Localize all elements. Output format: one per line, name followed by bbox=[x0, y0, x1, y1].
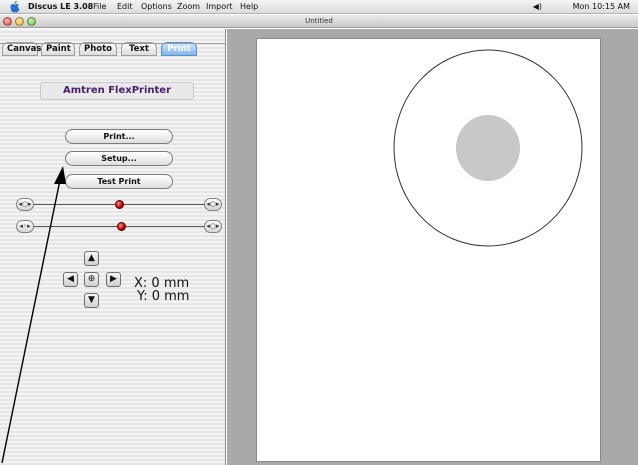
arrow-left-icon[interactable]: ◀ bbox=[63, 272, 78, 287]
tab-divider bbox=[0, 43, 226, 44]
tab-canvas[interactable]: Canvas bbox=[2, 42, 41, 56]
tab-print[interactable]: Print bbox=[161, 42, 197, 56]
slider-left-cap-icon[interactable]: ◂◦▸ bbox=[16, 220, 34, 233]
disc-layout-preview[interactable] bbox=[392, 48, 584, 248]
menu-zoom[interactable]: Zoom bbox=[177, 0, 200, 14]
menu-bar: Discus LE 3.08 File Edit Options Zoom Im… bbox=[0, 0, 638, 14]
window-title-bar: Untitled bbox=[0, 15, 638, 28]
apple-menu-icon[interactable] bbox=[10, 1, 20, 13]
menu-options[interactable]: Options bbox=[141, 0, 172, 14]
setup-button[interactable]: Setup... bbox=[65, 151, 173, 166]
center-crosshair-icon[interactable]: ⊕ bbox=[84, 272, 99, 287]
tab-text[interactable]: Text bbox=[121, 42, 157, 56]
menu-help[interactable]: Help bbox=[240, 0, 258, 14]
slider-right-cap-icon[interactable]: ◂○▸ bbox=[204, 198, 222, 211]
test-print-button[interactable]: Test Print bbox=[65, 174, 173, 189]
menu-import[interactable]: Import bbox=[206, 0, 233, 14]
tab-paint[interactable]: Paint bbox=[41, 42, 75, 56]
vertical-offset-slider[interactable]: ◂◦▸ ◂○▸ bbox=[16, 220, 222, 234]
disc-hub bbox=[456, 115, 520, 181]
y-position-readout: Y: 0 mm bbox=[137, 289, 190, 304]
slider-left-cap-icon[interactable]: ◂○▸ bbox=[16, 198, 34, 211]
menu-app-name[interactable]: Discus LE 3.08 bbox=[28, 0, 93, 14]
window-title: Untitled bbox=[305, 17, 333, 25]
menu-clock[interactable]: Mon 10:15 AM bbox=[573, 0, 630, 14]
arrow-right-icon[interactable]: ▶ bbox=[106, 272, 121, 287]
print-button[interactable]: Print... bbox=[65, 129, 173, 144]
slider-right-cap-icon[interactable]: ◂○▸ bbox=[204, 220, 222, 233]
slider-knob[interactable] bbox=[115, 200, 124, 209]
arrow-down-icon[interactable]: ▼ bbox=[84, 293, 99, 308]
horizontal-offset-slider[interactable]: ◂○▸ ◂○▸ bbox=[16, 198, 222, 212]
volume-icon[interactable]: ◀) bbox=[533, 0, 542, 14]
menu-edit[interactable]: Edit bbox=[117, 0, 133, 14]
tab-photo[interactable]: Photo bbox=[79, 42, 117, 56]
printer-name: Amtren FlexPrinter bbox=[40, 82, 194, 100]
slider-knob[interactable] bbox=[117, 222, 126, 231]
menu-file[interactable]: File bbox=[93, 0, 106, 14]
arrow-up-icon[interactable]: ▲ bbox=[84, 251, 99, 266]
